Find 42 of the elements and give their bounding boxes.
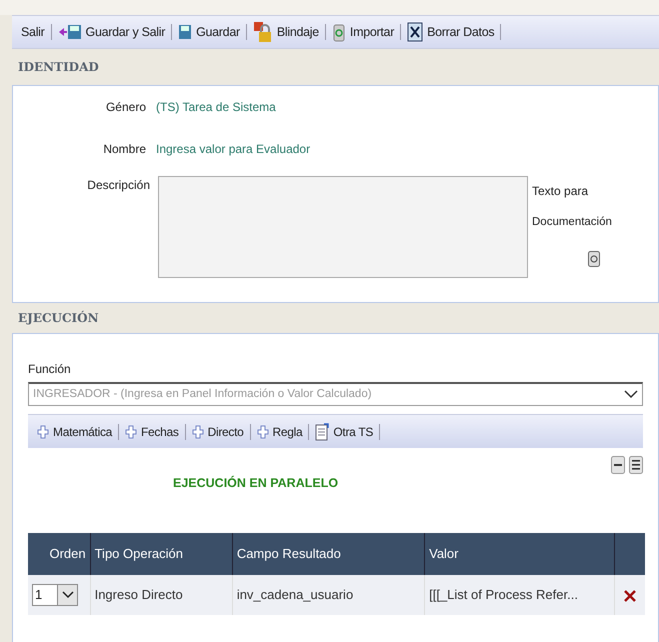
toolbar-button[interactable]: Salir bbox=[18, 22, 48, 42]
table-cell: Ingreso Directo bbox=[90, 574, 232, 615]
toolbar-button[interactable]: Fechas bbox=[122, 422, 182, 440]
delete-icon[interactable] bbox=[623, 588, 638, 603]
toolbar-button[interactable]: Matemática bbox=[34, 422, 116, 440]
section-title: IDENTIDAD bbox=[18, 59, 99, 76]
field-value: Ingresa valor para Evaluador bbox=[156, 141, 310, 158]
order-dropdown[interactable]: 1 bbox=[32, 584, 78, 606]
toolbar-button[interactable]: Blindaje bbox=[250, 21, 322, 43]
field-value: (TS) Tarea de Sistema bbox=[156, 99, 276, 116]
toolbar-button[interactable]: Importar bbox=[328, 22, 398, 42]
edit-icon[interactable] bbox=[588, 251, 600, 268]
doc-label: Texto para bbox=[532, 183, 590, 200]
toolbar-button[interactable]: Directo bbox=[188, 422, 247, 440]
collapse-icon[interactable] bbox=[611, 456, 625, 474]
save-icon bbox=[58, 24, 82, 40]
section-subtitle: EJECUCIÓN EN PARALELO bbox=[173, 474, 340, 492]
field-label: Descripción bbox=[86, 177, 151, 194]
toolbar-button[interactable]: Borrar Datos bbox=[404, 22, 498, 42]
section-title: EJECUCIÓN bbox=[18, 310, 99, 327]
recycle-bin-icon bbox=[332, 22, 346, 42]
doc-label: Documentación bbox=[532, 215, 612, 230]
field-label: Función bbox=[28, 361, 72, 378]
chevron-down-icon bbox=[62, 590, 74, 599]
toolbar-button[interactable]: Regla bbox=[254, 422, 306, 440]
table-cell: inv_cadena_usuario bbox=[232, 574, 425, 615]
document-icon bbox=[315, 422, 330, 440]
toolbar-button[interactable]: Otra TS bbox=[312, 422, 376, 440]
description-field[interactable] bbox=[158, 176, 528, 278]
plus-icon bbox=[256, 424, 269, 438]
plus-icon bbox=[125, 424, 138, 438]
toolbar-button[interactable]: Guardar y Salir bbox=[54, 22, 168, 42]
save-icon bbox=[178, 24, 192, 40]
clear-icon bbox=[407, 22, 424, 42]
plus-icon bbox=[192, 424, 204, 438]
field-label: Nombre bbox=[102, 141, 147, 158]
lock-icon bbox=[252, 21, 273, 43]
chevron-down-icon bbox=[624, 390, 638, 399]
toolbar-button[interactable]: Guardar bbox=[175, 22, 243, 42]
menu-icon[interactable] bbox=[629, 456, 643, 474]
field-label: Género bbox=[104, 99, 147, 116]
plus-icon bbox=[37, 424, 49, 438]
